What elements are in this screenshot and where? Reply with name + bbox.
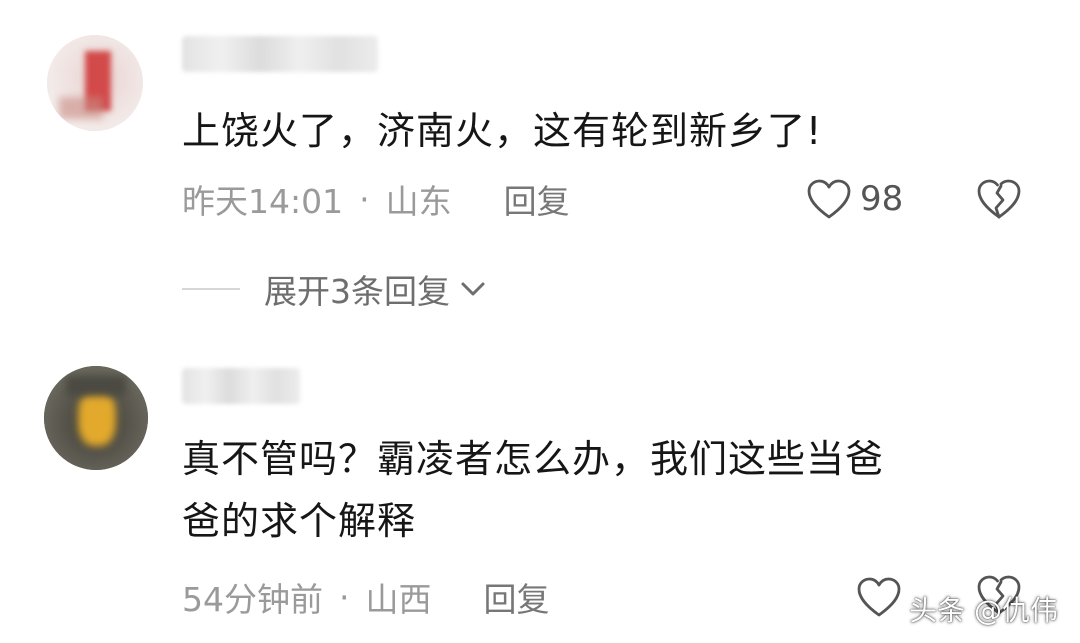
- like-button[interactable]: [856, 574, 902, 620]
- chevron-down-icon: [461, 282, 485, 296]
- expand-replies-label: 展开3条回复: [264, 272, 450, 311]
- username-blurred[interactable]: [182, 36, 378, 72]
- divider: [182, 288, 240, 290]
- heart-outline-icon: [857, 577, 901, 617]
- dislike-button[interactable]: [976, 178, 1022, 224]
- broken-heart-icon: [977, 179, 1021, 219]
- comment-time: 昨天14:01: [182, 182, 344, 221]
- comment-location: 山东: [385, 182, 452, 221]
- avatar[interactable]: [44, 366, 148, 470]
- comment-text-line: 爸的求个解释: [182, 499, 417, 543]
- comment-item: 上饶火了，济南火，这有轮到新乡了! 昨天14:01 · 山东 回复 98 展开3…: [0, 0, 1080, 330]
- reply-button[interactable]: 回复: [484, 573, 550, 621]
- watermark: 头条 @仇伟: [909, 594, 1058, 627]
- comment-meta: 昨天14:01 · 山东 回复: [182, 176, 570, 222]
- separator: ·: [359, 179, 370, 219]
- heart-outline-icon: [807, 179, 851, 219]
- like-count: 98: [860, 179, 904, 219]
- reply-button[interactable]: 回复: [504, 175, 570, 223]
- separator: ·: [339, 577, 350, 617]
- like-button[interactable]: 98: [806, 176, 903, 222]
- comment-location: 山西: [365, 580, 432, 619]
- comment-time: 54分钟前: [182, 580, 323, 619]
- comment-text-line: 真不管吗？霸凌者怎么办，我们这些当爸: [182, 437, 885, 481]
- comment-text: 真不管吗？霸凌者怎么办，我们这些当爸 爸的求个解释: [182, 428, 884, 552]
- expand-replies-button[interactable]: 展开3条回复: [182, 266, 486, 312]
- avatar[interactable]: [47, 35, 143, 131]
- comment-meta: 54分钟前 · 山西 回复: [182, 574, 550, 620]
- username-blurred[interactable]: [182, 368, 300, 404]
- comment-list: 上饶火了，济南火，这有轮到新乡了! 昨天14:01 · 山东 回复 98 展开3…: [0, 0, 1080, 643]
- comment-text: 上饶火了，济南火，这有轮到新乡了!: [182, 109, 823, 153]
